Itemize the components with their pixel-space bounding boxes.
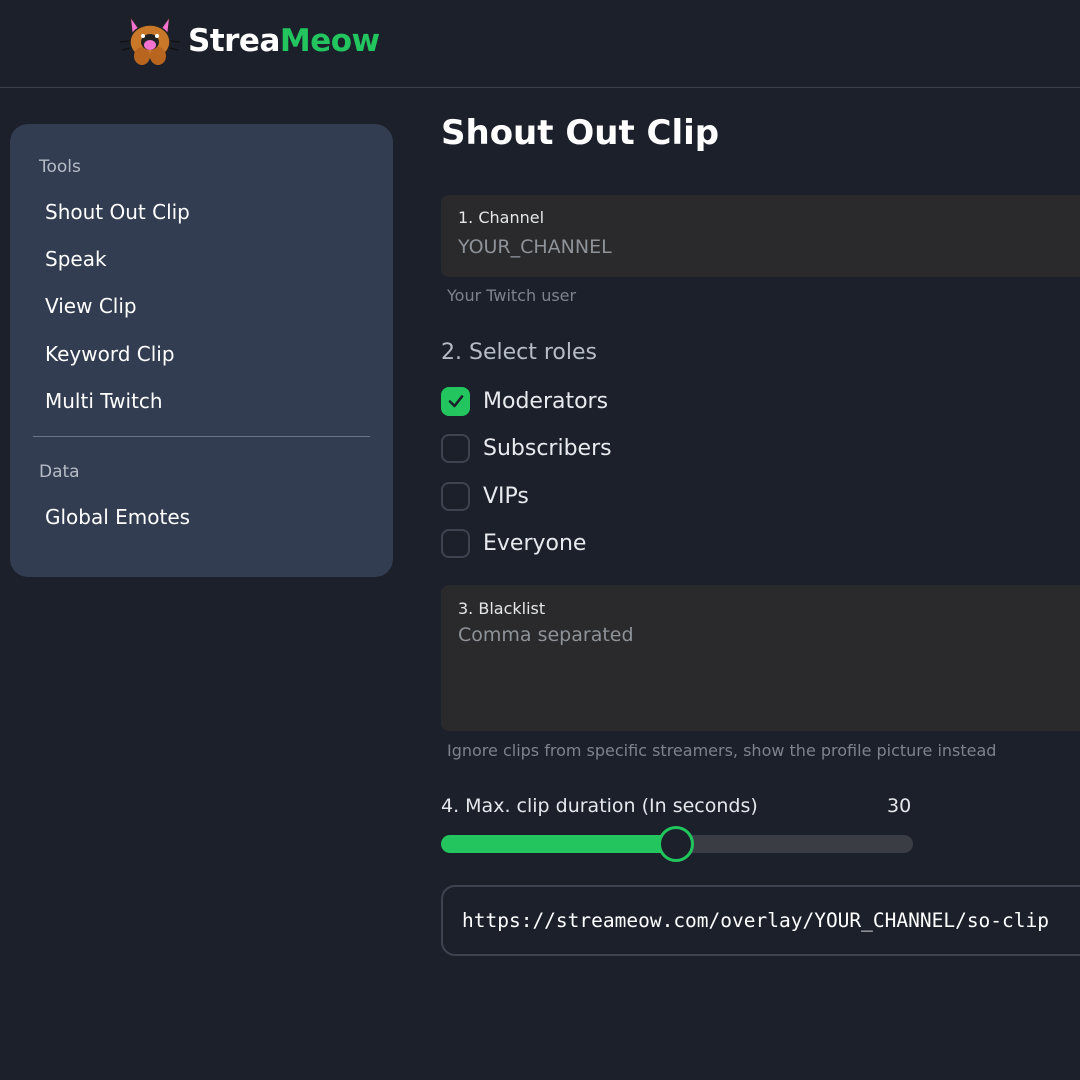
sidebar-item-speak[interactable]: Speak — [45, 247, 107, 271]
role-option-subscribers[interactable]: Subscribers — [441, 433, 612, 463]
sidebar-item-global-emotes[interactable]: Global Emotes — [45, 505, 190, 529]
duration-slider[interactable] — [441, 826, 913, 862]
page-title: Shout Out Clip — [441, 113, 720, 153]
sidebar-item-view-clip[interactable]: View Clip — [45, 294, 137, 318]
sidebar: Tools Shout Out Clip Speak View Clip Key… — [10, 124, 393, 577]
subscribers-checkbox[interactable] — [441, 433, 470, 463]
channel-input[interactable] — [458, 236, 1058, 258]
logo-text-part1: Strea — [188, 23, 280, 59]
overlay-url[interactable]: https://streameow.com/overlay/YOUR_CHANN… — [462, 909, 1049, 932]
everyone-label: Everyone — [483, 530, 587, 556]
subscribers-label: Subscribers — [483, 435, 612, 461]
sidebar-item-multi-twitch[interactable]: Multi Twitch — [45, 389, 163, 413]
duration-slider-label: 4. Max. clip duration (In seconds) — [441, 795, 758, 817]
blacklist-field-label: 3. Blacklist — [458, 599, 546, 618]
moderators-label: Moderators — [483, 388, 609, 414]
vips-checkbox[interactable] — [441, 481, 470, 511]
channel-field-label: 1. Channel — [458, 208, 545, 227]
sidebar-item-shout-out-clip[interactable]: Shout Out Clip — [45, 200, 190, 224]
roles-title: 2. Select roles — [441, 340, 597, 365]
main-content: Shout Out Clip 1. Channel Your Twitch us… — [441, 0, 1080, 1080]
role-option-moderators[interactable]: Moderators — [441, 386, 608, 416]
channel-field[interactable]: 1. Channel — [441, 195, 1080, 277]
overlay-url-box[interactable]: https://streameow.com/overlay/YOUR_CHANN… — [441, 885, 1080, 956]
cat-face-icon — [119, 13, 181, 65]
role-option-vips[interactable]: VIPs — [441, 481, 529, 511]
sidebar-section-label-tools: Tools — [39, 157, 81, 177]
checkmark-icon — [448, 395, 463, 408]
duration-slider-thumb[interactable] — [658, 826, 695, 862]
role-option-everyone[interactable]: Everyone — [441, 528, 586, 558]
vips-label: VIPs — [483, 483, 529, 509]
blacklist-field[interactable]: 3. Blacklist — [441, 585, 1080, 731]
duration-value: 30 — [887, 795, 912, 817]
logo-text-part2: Meow — [279, 23, 380, 59]
sidebar-section-label-data: Data — [39, 462, 80, 482]
app-logo-text: StreaMeow — [188, 23, 380, 59]
blacklist-input[interactable] — [458, 624, 1058, 714]
channel-helper-text: Your Twitch user — [447, 286, 577, 305]
everyone-checkbox[interactable] — [441, 528, 470, 558]
duration-slider-fill — [441, 835, 677, 853]
app-logo[interactable]: StreaMeow — [118, 12, 380, 68]
sidebar-divider — [33, 436, 370, 437]
blacklist-helper-text: Ignore clips from specific streamers, sh… — [447, 741, 997, 760]
moderators-checkbox[interactable] — [441, 386, 470, 416]
sidebar-item-keyword-clip[interactable]: Keyword Clip — [45, 342, 175, 366]
